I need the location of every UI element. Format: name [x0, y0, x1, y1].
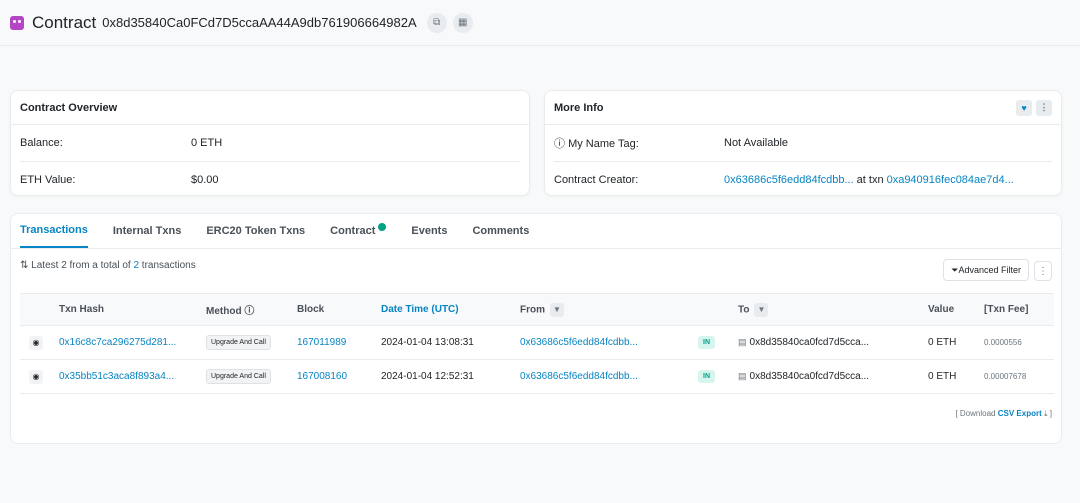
- block-link[interactable]: 167011989: [297, 337, 381, 348]
- header-block: Block: [297, 304, 325, 315]
- filter-icon: ⏷: [951, 264, 959, 275]
- download-icon: ⤓: [1043, 409, 1048, 418]
- balance-value: 0 ETH: [191, 137, 223, 149]
- table-row: ◉ 0x16c8c7ca296275d281... Upgrade And Ca…: [20, 326, 1054, 360]
- name-tag-label: ⓘ My Name Tag:: [554, 138, 639, 150]
- tab-transactions[interactable]: Transactions: [20, 213, 88, 248]
- txn-hash-link[interactable]: 0x16c8c7ca296275d281...: [59, 337, 206, 348]
- value: 0 ETH: [928, 371, 957, 382]
- at-txn-text: at txn: [856, 173, 884, 186]
- sort-icon: ⇅: [20, 260, 32, 271]
- table-more-options-icon[interactable]: ⋮: [1034, 261, 1052, 281]
- filter-icon[interactable]: ▼: [754, 302, 769, 317]
- direction-badge: IN: [698, 370, 715, 383]
- tab-comments[interactable]: Comments: [472, 213, 529, 248]
- direction-badge: IN: [698, 336, 715, 349]
- header-value: Value: [928, 304, 955, 315]
- header-to: To ▼: [738, 302, 928, 317]
- tab-erc20-token-txns[interactable]: ERC20 Token Txns: [206, 213, 305, 248]
- creator-row: Contract Creator: 0x63686c5f6edd84fcdbb.…: [554, 161, 1052, 197]
- name-tag-value: Not Available: [724, 137, 789, 149]
- date-time: 2024-01-04 13:08:31: [381, 337, 474, 348]
- contract-address: 0x8d35840Ca0FCd7D5ccaAA44A9db76190666498…: [102, 15, 417, 30]
- header-txn-hash: Txn Hash: [59, 304, 105, 315]
- eth-value-row: ETH Value: $0.00: [20, 161, 520, 197]
- header-date-time[interactable]: Date Time (UTC): [381, 304, 520, 315]
- method-badge: Upgrade And Call: [206, 335, 271, 350]
- more-info-header: More Info ♥ ⋮: [545, 91, 1061, 125]
- overview-title: Contract Overview: [11, 91, 529, 125]
- balance-label: Balance:: [20, 137, 63, 149]
- file-icon: ▤: [738, 337, 747, 347]
- balance-row: Balance: 0 ETH: [11, 125, 529, 161]
- tabs-bar: Transactions Internal Txns ERC20 Token T…: [11, 214, 1061, 249]
- more-info-card: More Info ♥ ⋮ ⓘ My Name Tag: Not Availab…: [544, 90, 1062, 196]
- eye-icon[interactable]: ◉: [29, 369, 43, 384]
- date-time: 2024-01-04 12:52:31: [381, 371, 474, 382]
- qr-icon[interactable]: ▦: [452, 12, 473, 33]
- download-export: [ Download CSV Export ⤓ ]: [955, 409, 1052, 418]
- contract-avatar-icon: [10, 15, 24, 30]
- block-link[interactable]: 167008160: [297, 371, 381, 382]
- eye-icon[interactable]: ◉: [29, 335, 43, 350]
- tab-contract[interactable]: Contract: [330, 213, 387, 248]
- tab-internal-txns[interactable]: Internal Txns: [113, 213, 181, 248]
- from-address-link[interactable]: 0x63686c5f6edd84fcdbb...: [520, 371, 698, 382]
- filter-icon[interactable]: ▼: [550, 302, 564, 317]
- eth-value: $0.00: [191, 173, 219, 186]
- info-icon: ⓘ: [244, 306, 255, 317]
- copy-icon[interactable]: ⧉: [426, 12, 447, 33]
- file-icon: ▤: [738, 371, 747, 381]
- page-title: Contract: [32, 12, 97, 32]
- creator-txn-link[interactable]: 0xa940916fec084ae7d4...: [887, 174, 1014, 186]
- more-info-title: More Info: [554, 101, 604, 114]
- eth-value-label: ETH Value:: [20, 173, 76, 186]
- from-address-link[interactable]: 0x63686c5f6edd84fcdbb...: [520, 337, 698, 348]
- help-icon: ⓘ: [554, 138, 569, 150]
- value: 0 ETH: [928, 337, 957, 348]
- creator-label: Contract Creator:: [554, 173, 639, 186]
- tab-events[interactable]: Events: [411, 213, 447, 248]
- txn-fee: 0.0000556: [984, 338, 1022, 347]
- header-from: From ▼: [520, 302, 698, 317]
- txn-hash-link[interactable]: 0x35bb51c3aca8f893a4...: [59, 371, 206, 382]
- table-header-row: Txn Hash Method ⓘ Block Date Time (UTC) …: [20, 293, 1054, 326]
- info-cards: Contract Overview Balance: 0 ETH ETH Val…: [10, 90, 1062, 196]
- header-method: Method ⓘ: [206, 306, 255, 317]
- advanced-filter-button[interactable]: ⏷ Advanced Filter: [943, 259, 1029, 281]
- creator-address-link[interactable]: 0x63686c5f6edd84fcdbb...: [724, 174, 854, 186]
- transactions-card: Transactions Internal Txns ERC20 Token T…: [10, 213, 1062, 444]
- verified-check-icon: [378, 222, 387, 231]
- name-tag-row: ⓘ My Name Tag: Not Available: [545, 125, 1061, 161]
- table-row: ◉ 0x35bb51c3aca8f893a4... Upgrade And Ca…: [20, 360, 1054, 394]
- header-txn-fee[interactable]: [Txn Fee]: [984, 304, 1054, 315]
- more-options-icon[interactable]: ⋮: [1036, 99, 1052, 116]
- total-count-link[interactable]: 2: [133, 260, 139, 271]
- transactions-table: Txn Hash Method ⓘ Block Date Time (UTC) …: [20, 293, 1054, 394]
- to-address: ▤ 0x8d35840ca0fcd7d5cca...: [738, 371, 870, 382]
- txn-fee: 0.00007678: [984, 372, 1027, 381]
- contract-overview-card: Contract Overview Balance: 0 ETH ETH Val…: [10, 90, 530, 196]
- page-header: Contract 0x8d35840Ca0FCd7D5ccaAA44A9db76…: [0, 0, 1080, 46]
- to-address: ▤ 0x8d35840ca0fcd7d5cca...: [738, 337, 870, 348]
- method-badge: Upgrade And Call: [206, 369, 271, 384]
- heart-icon[interactable]: ♥: [1016, 99, 1032, 116]
- csv-export-link[interactable]: CSV Export: [998, 409, 1042, 418]
- transactions-summary: ⇅ Latest 2 from a total of 2 transaction…: [20, 260, 196, 271]
